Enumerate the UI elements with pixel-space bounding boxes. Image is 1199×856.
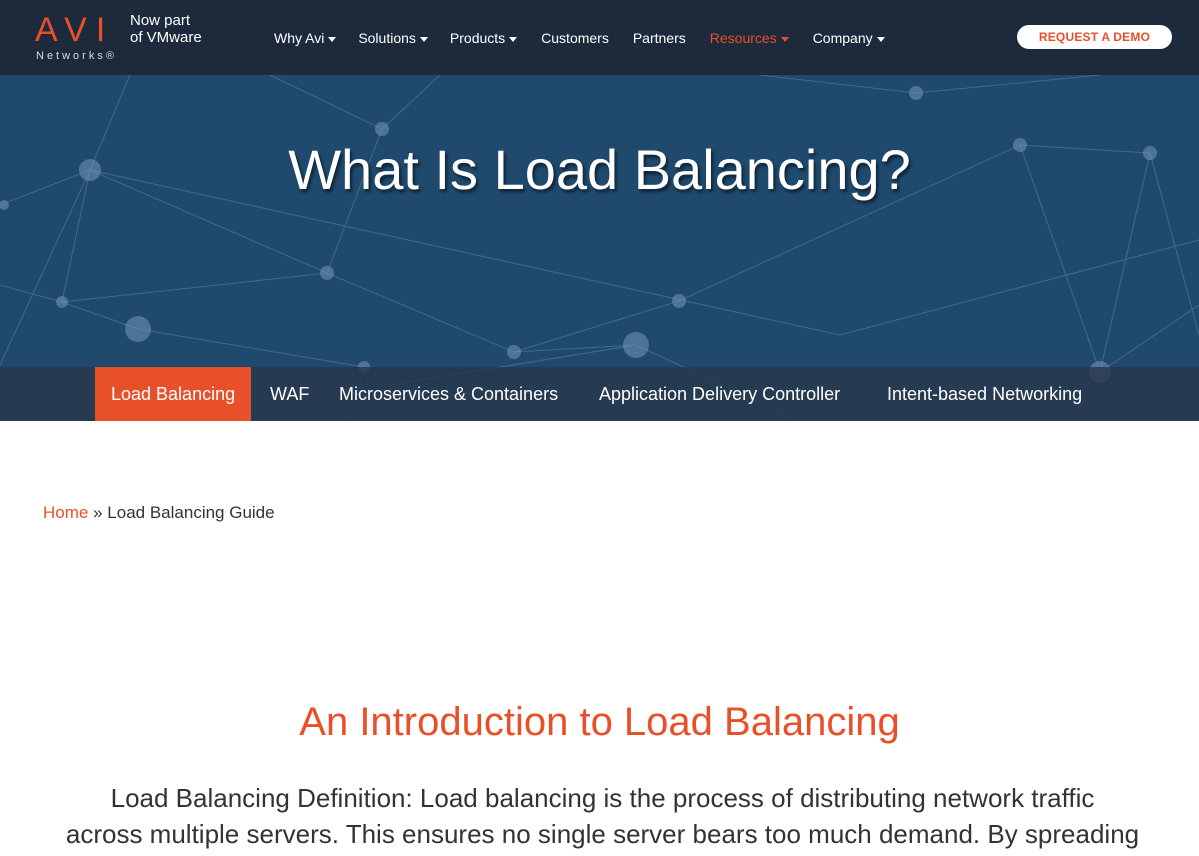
tab-application-delivery-controller[interactable]: Application Delivery Controller bbox=[599, 367, 840, 421]
nav-company[interactable]: Company bbox=[813, 28, 885, 48]
page-title: What Is Load Balancing? bbox=[288, 138, 911, 201]
main-menu: Why Avi Solutions Products Customers Par… bbox=[274, 28, 885, 48]
caret-down-icon bbox=[780, 36, 789, 42]
nav-partners[interactable]: Partners bbox=[633, 28, 686, 48]
nav-products-label: Products bbox=[449, 30, 506, 46]
nav-resources-label: Resources bbox=[709, 30, 777, 46]
avi-networks-logo[interactable]: AVI Networks® Now part of VMware bbox=[35, 12, 225, 62]
tab-microservices-containers[interactable]: Microservices & Containers bbox=[339, 367, 558, 421]
caret-down-icon bbox=[328, 36, 337, 42]
nav-products[interactable]: Products bbox=[449, 28, 518, 48]
nav-company-label: Company bbox=[812, 30, 873, 46]
nav-customers[interactable]: Customers bbox=[541, 28, 609, 48]
request-demo-button[interactable]: REQUEST A DEMO bbox=[1017, 25, 1172, 49]
caret-down-icon bbox=[509, 36, 518, 42]
hero-banner: What Is Load Balancing? Load Balancing W… bbox=[0, 75, 1199, 421]
logo-tagline-line2: of VMware bbox=[130, 29, 202, 46]
caret-down-icon bbox=[876, 36, 885, 42]
logo-mark: AVI bbox=[35, 11, 115, 49]
nav-partners-label: Partners bbox=[632, 30, 686, 46]
breadcrumb-separator: » bbox=[93, 503, 103, 522]
caret-down-icon bbox=[419, 36, 428, 42]
nav-resources[interactable]: Resources bbox=[710, 28, 789, 48]
tab-load-balancing[interactable]: Load Balancing bbox=[95, 367, 252, 421]
nav-solutions-label: Solutions bbox=[358, 30, 416, 46]
nav-customers-label: Customers bbox=[541, 30, 609, 46]
intro-paragraph-line1: Load Balancing Definition: Load balancin… bbox=[110, 783, 1095, 813]
logo-tagline-line1: Now part bbox=[130, 12, 191, 29]
nav-why-avi-label: Why Avi bbox=[274, 30, 325, 46]
breadcrumb-home-link[interactable]: Home bbox=[43, 503, 88, 522]
breadcrumb-current: Load Balancing Guide bbox=[107, 503, 275, 522]
intro-paragraph-line2: across multiple servers. This ensures no… bbox=[65, 819, 1140, 849]
logo-subtitle: Networks® bbox=[36, 50, 117, 62]
nav-solutions[interactable]: Solutions bbox=[358, 28, 428, 48]
tab-waf[interactable]: WAF bbox=[270, 367, 309, 421]
section-heading: An Introduction to Load Balancing bbox=[299, 700, 900, 744]
nav-why-avi[interactable]: Why Avi bbox=[274, 28, 337, 48]
logo-tagline: Now part of VMware bbox=[130, 12, 202, 46]
intro-paragraph: Load Balancing Definition: Load balancin… bbox=[40, 780, 1165, 852]
tab-intent-based-networking[interactable]: Intent-based Networking bbox=[887, 367, 1082, 421]
topic-tabs: Load Balancing WAF Microservices & Conta… bbox=[0, 367, 1199, 421]
top-navigation-bar: AVI Networks® Now part of VMware Why Avi… bbox=[0, 0, 1199, 75]
breadcrumb: Home » Load Balancing Guide bbox=[43, 502, 275, 524]
